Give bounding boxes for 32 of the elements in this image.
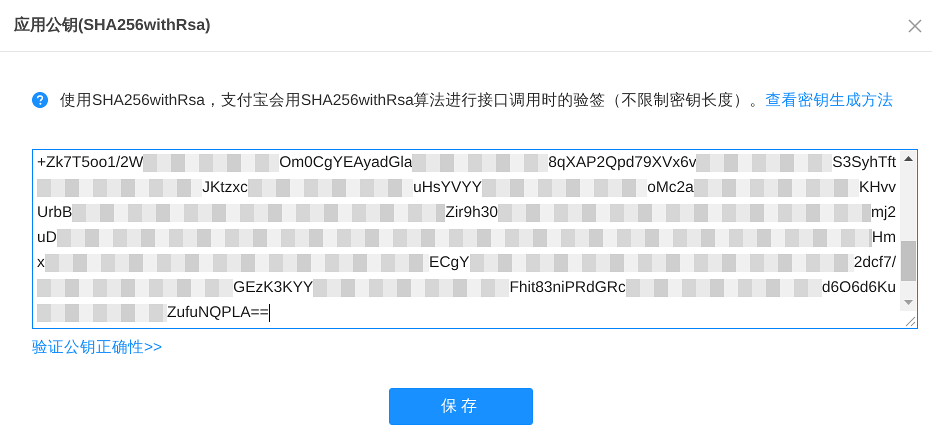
- key-text: oMc2a: [647, 178, 694, 196]
- key-text: ECgY: [429, 254, 470, 272]
- key-generation-link[interactable]: 查看密钥生成方法: [766, 92, 894, 109]
- key-text: uD: [37, 228, 57, 246]
- text-cursor: [268, 304, 270, 322]
- save-button[interactable]: 保存: [389, 388, 533, 425]
- key-text: uHsYVYY: [413, 178, 482, 196]
- scrollbar[interactable]: [900, 150, 917, 328]
- help-icon: [32, 92, 48, 108]
- public-key-field[interactable]: +Zk7T5oo1/2W Om0CgYEAyadGla 8qXAP2Qpd79XVx6v S3SyhTft JKtzxc uHsYVYY oMc2a KHvv UrbB Zir9h30 mj2 uD Hm x ECgY 2dcf7/ GEzK3KYY Fhit83niPRdGRc d6O6d6Ku ZufuNQPLA==: [32, 149, 918, 329]
- key-text: Hm: [872, 228, 896, 246]
- key-text: JKtzxc: [202, 178, 248, 196]
- notice-text: 使用SHA256withRsa，支付宝会用SHA256withRsa算法进行接口调用时的验签（不限制密钥长度）。查看密钥生成方法: [60, 91, 894, 111]
- key-text: KHvv: [858, 178, 896, 196]
- verify-key-link[interactable]: 验证公钥正确性>>: [32, 337, 162, 358]
- key-text: GEzK3KYY: [233, 278, 314, 296]
- scrollbar-thumb[interactable]: [901, 241, 916, 281]
- close-icon[interactable]: [908, 18, 922, 32]
- key-text: UrbB: [37, 204, 72, 222]
- key-text: 2dcf7/: [854, 254, 896, 272]
- resize-grip-icon[interactable]: [900, 311, 917, 328]
- key-text: +Zk7T5oo1/2W: [37, 154, 144, 172]
- key-text: Zir9h30: [445, 204, 498, 222]
- key-text: Fhit83niPRdGRc: [509, 278, 626, 296]
- key-text: mj2: [871, 204, 896, 222]
- dialog-title: 应用公钥(SHA256withRsa): [14, 15, 210, 36]
- key-text: ZufuNQPLA==: [167, 304, 269, 322]
- key-text: 8qXAP2Qpd79XVx6v: [548, 154, 696, 172]
- key-text: S3SyhTft: [832, 154, 896, 172]
- key-text: x: [37, 254, 45, 272]
- key-text: Om0CgYEAyadGla: [279, 154, 412, 172]
- key-text: d6O6d6Ku: [822, 278, 896, 296]
